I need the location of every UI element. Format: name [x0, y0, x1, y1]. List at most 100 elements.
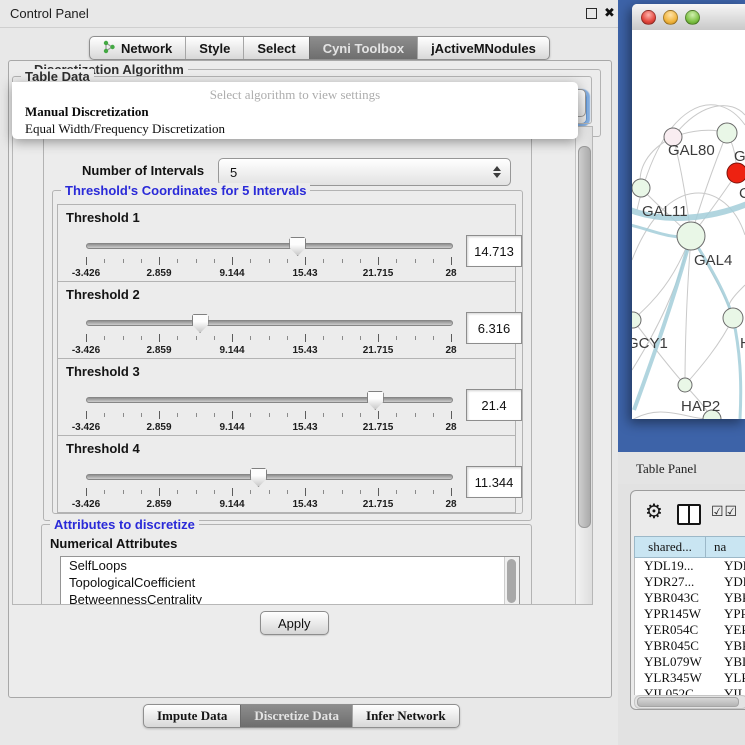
table-row[interactable]: YIL052CYIL0 — [635, 686, 745, 695]
tick-mark — [287, 336, 288, 340]
threshold-value-field[interactable]: 6.316 — [466, 312, 522, 344]
table-cell-shared-name[interactable]: YLR345W — [635, 670, 716, 686]
slider-track[interactable] — [86, 397, 453, 403]
tick-mark — [287, 413, 288, 417]
tab-label: Cyni Toolbox — [323, 41, 404, 56]
tick-mark — [250, 413, 251, 417]
tab-infer-network[interactable]: Infer Network — [352, 705, 459, 727]
table-cell-name[interactable]: YDL1 — [716, 558, 745, 574]
table-row[interactable]: YPR145WYPR1 — [635, 606, 745, 622]
network-edge[interactable] — [633, 236, 691, 320]
table-hscrollbar-thumb[interactable] — [637, 697, 739, 707]
table-row[interactable]: YLR345WYLR3 — [635, 670, 745, 686]
table-horizontal-scrollbar[interactable] — [634, 695, 745, 709]
tick-mark — [214, 413, 215, 417]
network-node-green[interactable] — [677, 222, 705, 250]
list-scrollbar-thumb[interactable] — [507, 559, 516, 603]
table-cell-name[interactable]: YBL0 — [716, 654, 745, 670]
slider-thumb[interactable] — [192, 314, 209, 333]
numerical-attributes-list[interactable]: SelfLoopsTopologicalCoefficientBetweenne… — [60, 556, 520, 605]
network-node-green[interactable] — [632, 312, 641, 328]
number-of-intervals-combobox[interactable]: 5 — [218, 158, 511, 186]
close-traffic-light[interactable] — [641, 10, 656, 25]
gear-icon[interactable]: ⚙ — [645, 499, 663, 524]
slider-thumb[interactable] — [289, 237, 306, 256]
attribute-list-item[interactable]: TopologicalCoefficient — [61, 574, 519, 591]
network-node-green[interactable] — [678, 378, 692, 392]
attribute-list-item[interactable]: SelfLoops — [61, 557, 519, 574]
table-cell-name[interactable]: YDR2 — [716, 574, 745, 590]
slider-track[interactable] — [86, 320, 453, 326]
thresholds-group: Threshold's Coordinates for 5 Intervals … — [52, 190, 523, 514]
tick-mark — [451, 488, 452, 496]
threshold-slider-2[interactable]: -3.4262.8599.14415.4321.71528 — [86, 314, 451, 356]
tab-network[interactable]: Network — [90, 37, 185, 59]
list-scrollbar[interactable] — [504, 557, 519, 605]
apply-button[interactable]: Apply — [260, 611, 329, 635]
table-cell-shared-name[interactable]: YDL19... — [635, 558, 716, 574]
table-row[interactable]: YDR27...YDR2 — [635, 574, 745, 590]
table-header-shared[interactable]: shared... — [634, 536, 706, 558]
table-cell-shared-name[interactable]: YBR043C — [635, 590, 716, 606]
threshold-value-field[interactable]: 21.4 — [466, 389, 522, 421]
algorithm-option-manual[interactable]: Manual Discretization — [25, 104, 149, 120]
network-node-green[interactable] — [723, 308, 743, 328]
split-pane-icon[interactable] — [677, 504, 701, 525]
slider-thumb[interactable] — [250, 468, 267, 487]
threshold-rows: Threshold 1-3.4262.8599.14415.4321.71528… — [57, 205, 516, 513]
settings-vertical-scrollbar[interactable] — [575, 127, 592, 604]
network-canvas[interactable]: GAL80GACGAL11GAL4GCY1HHAP2 — [632, 30, 745, 419]
threshold-slider-4[interactable]: -3.4262.8599.14415.4321.71528 — [86, 468, 451, 510]
slider-track[interactable] — [86, 474, 453, 480]
node-label: C — [739, 185, 745, 202]
table-cell-shared-name[interactable]: YBL079W — [635, 654, 716, 670]
table-cell-name[interactable]: YIL0 — [716, 686, 745, 695]
table-cell-shared-name[interactable]: YIL052C — [635, 686, 716, 695]
table-cell-name[interactable]: YPR1 — [716, 606, 745, 622]
table-cell-name[interactable]: YER0 — [716, 622, 745, 638]
table-cell-shared-name[interactable]: YBR045C — [635, 638, 716, 654]
network-node-green[interactable] — [632, 179, 650, 197]
table-cell-shared-name[interactable]: YDR27... — [635, 574, 716, 590]
select-columns-icons[interactable]: ☑☑ — [711, 504, 738, 521]
table-header-name[interactable]: na — [706, 536, 745, 558]
table-cell-shared-name[interactable]: YER054C — [635, 622, 716, 638]
slider-track[interactable] — [86, 243, 453, 249]
network-window-titlebar[interactable] — [632, 4, 745, 31]
tab-cyni-toolbox[interactable]: Cyni Toolbox — [309, 37, 417, 59]
settings-scrollbar-thumb[interactable] — [578, 146, 591, 528]
table-cell-shared-name[interactable]: YPR145W — [635, 606, 716, 622]
table-row[interactable]: YDL19...YDL1 — [635, 558, 745, 574]
table-row[interactable]: YBR045CYBR0 — [635, 638, 745, 654]
threshold-slider-3[interactable]: -3.4262.8599.14415.4321.71528 — [86, 391, 451, 433]
tick-mark — [342, 336, 343, 340]
table-cell-name[interactable]: YBR0 — [716, 590, 745, 606]
table-cell-name[interactable]: YBR0 — [716, 638, 745, 654]
tab-impute-data[interactable]: Impute Data — [144, 705, 240, 727]
table-row[interactable]: YER054CYER0 — [635, 622, 745, 638]
network-edge[interactable] — [685, 318, 733, 385]
table-row[interactable]: YBL079WYBL0 — [635, 654, 745, 670]
tab-select[interactable]: Select — [243, 37, 308, 59]
network-node-green[interactable] — [717, 123, 737, 143]
network-node-red[interactable] — [727, 163, 745, 183]
zoom-traffic-light[interactable] — [685, 10, 700, 25]
algorithm-option-equal-width[interactable]: Equal Width/Frequency Discretization — [25, 121, 225, 137]
tab-discretize-data[interactable]: Discretize Data — [240, 705, 352, 727]
float-window-icon[interactable] — [586, 8, 597, 19]
threshold-slider-1[interactable]: -3.4262.8599.14415.4321.71528 — [86, 237, 451, 279]
tick-mark — [396, 413, 397, 417]
close-icon[interactable]: ✖ — [604, 5, 615, 21]
tab-style[interactable]: Style — [185, 37, 243, 59]
algorithm-dropdown-popup: Select algorithm to view settings Manual… — [12, 82, 578, 139]
slider-thumb[interactable] — [367, 391, 384, 410]
attribute-list-item[interactable]: BetweennessCentrality — [61, 591, 519, 605]
tab-jactivemnodules[interactable]: jActiveMNodules — [417, 37, 549, 59]
threshold-value-field[interactable]: 14.713 — [466, 235, 522, 267]
threshold-value-field[interactable]: 11.344 — [466, 466, 522, 498]
table-cell-name[interactable]: YLR3 — [716, 670, 745, 686]
minimize-traffic-light[interactable] — [663, 10, 678, 25]
network-edge-teal[interactable] — [733, 318, 741, 419]
network-edge[interactable] — [633, 320, 685, 385]
table-row[interactable]: YBR043CYBR0 — [635, 590, 745, 606]
